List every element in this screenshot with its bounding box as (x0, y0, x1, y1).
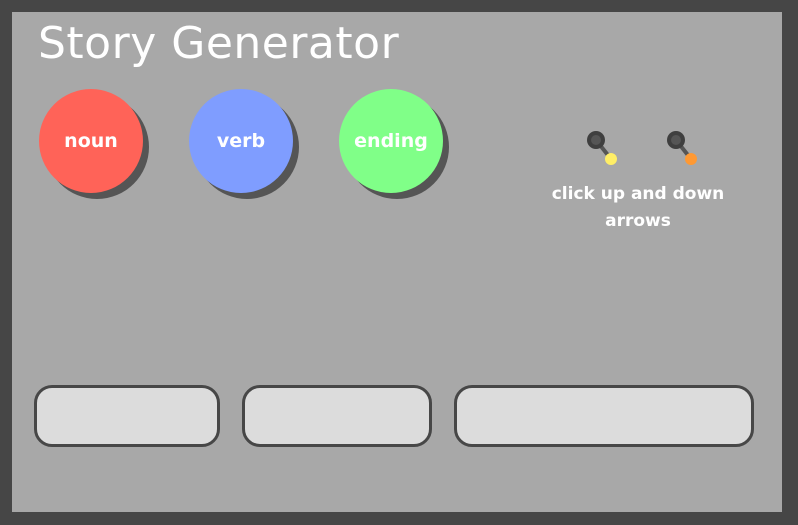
lever-toggle-1[interactable] (584, 128, 624, 168)
instruction-text: click up and down arrows (551, 184, 725, 231)
verb-button[interactable]: verb (189, 89, 293, 193)
noun-button[interactable]: noun (39, 89, 143, 193)
ending-button[interactable]: ending (339, 89, 443, 193)
ending-output-box (454, 385, 754, 447)
page-title: Story Generator (38, 18, 400, 69)
lever-toggle-icon (587, 131, 617, 165)
lever-toggle-2[interactable] (664, 128, 704, 168)
verb-output-box (242, 385, 432, 447)
noun-output-box (34, 385, 220, 447)
lever-toggle-icon (667, 131, 697, 165)
